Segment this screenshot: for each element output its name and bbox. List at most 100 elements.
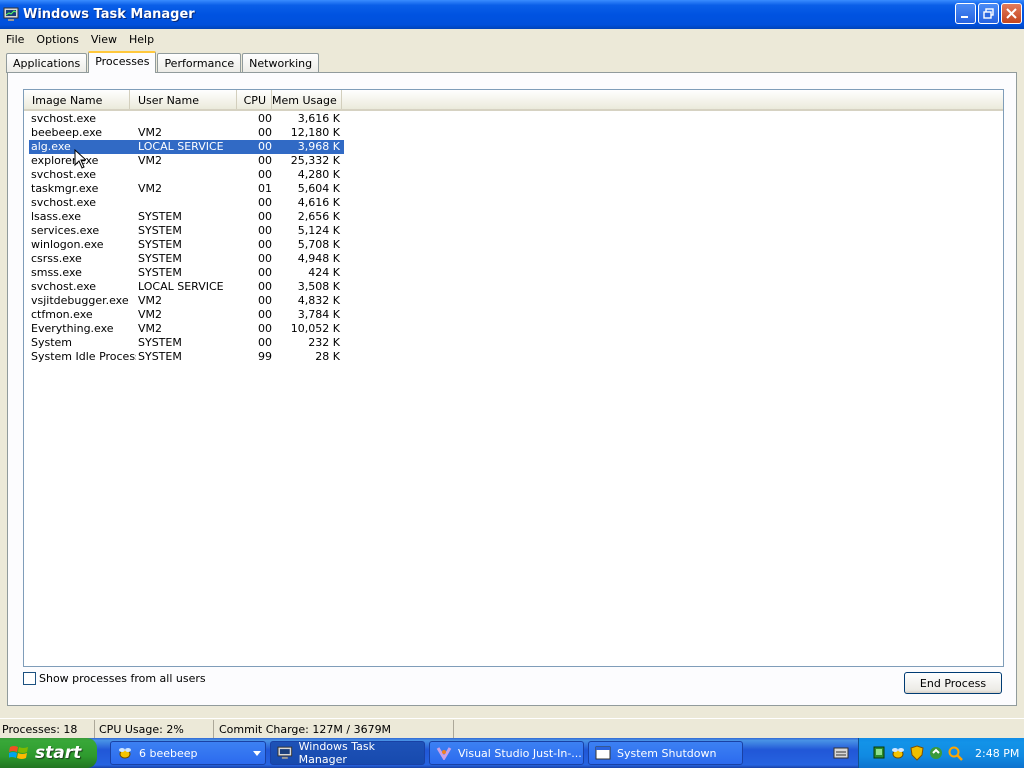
show-all-users-checkbox[interactable] <box>23 672 36 685</box>
tab-processes[interactable]: Processes <box>88 51 157 73</box>
process-list-header: Image Name User Name CPU Mem Usage <box>24 90 1003 111</box>
process-mem-usage: 5,124 K <box>297 224 340 237</box>
task-manager-icon <box>277 746 293 759</box>
keyboard-icon[interactable] <box>833 746 849 760</box>
taskbar-button-task-manager[interactable]: Windows Task Manager <box>270 740 425 766</box>
process-cpu: 00 <box>258 210 272 223</box>
column-image-name[interactable]: Image Name <box>24 90 130 109</box>
process-row[interactable]: winlogon.exe SYSTEM 00 5,708 K <box>29 238 344 252</box>
taskbar-button-label: Visual Studio Just-In-... <box>458 746 582 760</box>
process-image-name: csrss.exe <box>31 252 82 265</box>
taskbar-button-visual-studio[interactable]: Visual Studio Just-In-... <box>429 741 584 765</box>
process-row[interactable]: lsass.exe SYSTEM 00 2,656 K <box>29 210 344 224</box>
process-row[interactable]: Everything.exe VM2 00 10,052 K <box>29 322 344 336</box>
process-user-name: SYSTEM <box>138 210 182 223</box>
tab-strip: Applications Processes Performance Netwo… <box>6 51 320 73</box>
taskbar-button-system-shutdown[interactable]: System Shutdown <box>588 741 743 765</box>
column-mem-usage[interactable]: Mem Usage <box>272 90 342 109</box>
close-icon <box>1006 8 1017 19</box>
process-image-name: services.exe <box>31 224 100 237</box>
process-image-name: ctfmon.exe <box>31 308 93 321</box>
process-mem-usage: 25,332 K <box>290 154 340 167</box>
process-user-name <box>136 112 242 126</box>
taskbar: start 6 beebeep Windows Task Manager Vis… <box>0 738 1024 768</box>
beebeep-tray-icon[interactable] <box>890 745 906 761</box>
process-row[interactable]: services.exe SYSTEM 00 5,124 K <box>29 224 344 238</box>
process-mem-usage: 3,508 K <box>297 280 340 293</box>
process-row[interactable]: csrss.exe SYSTEM 00 4,948 K <box>29 252 344 266</box>
restore-button[interactable] <box>978 3 999 24</box>
process-row[interactable]: svchost.exe LOCAL SERVICE 00 3,508 K <box>29 280 344 294</box>
taskbar-button-label: 6 beebeep <box>139 746 198 760</box>
tab-applications[interactable]: Applications <box>6 53 88 73</box>
process-user-name: VM2 <box>138 182 163 195</box>
process-mem-usage: 4,280 K <box>297 168 340 181</box>
minimize-button[interactable] <box>955 3 976 24</box>
status-processes: Processes: 18 <box>0 719 95 738</box>
title-bar[interactable]: Windows Task Manager <box>0 0 1024 29</box>
system-tray: 2:48 PM <box>858 738 1024 768</box>
tab-performance[interactable]: Performance <box>157 53 242 73</box>
process-cpu: 00 <box>258 112 272 125</box>
process-row[interactable]: System Idle Process SYSTEM 99 28 K <box>29 350 344 364</box>
status-cpu-usage: CPU Usage: 2% <box>95 719 214 738</box>
process-mem-usage: 4,832 K <box>297 294 340 307</box>
process-image-name: System Idle Process <box>31 350 136 363</box>
window-title: Windows Task Manager <box>23 7 195 22</box>
process-row[interactable]: beebeep.exe VM2 00 12,180 K <box>29 126 344 140</box>
process-user-name: SYSTEM <box>138 252 182 265</box>
column-cpu[interactable]: CPU <box>237 90 272 109</box>
process-row[interactable]: vsjitdebugger.exe VM2 00 4,832 K <box>29 294 344 308</box>
process-mem-usage: 12,180 K <box>290 126 340 139</box>
network-icon[interactable] <box>871 745 887 761</box>
tab-networking[interactable]: Networking <box>242 53 320 73</box>
process-row[interactable]: svchost.exe 00 4,616 K <box>29 196 344 210</box>
process-image-name: winlogon.exe <box>31 238 104 251</box>
menu-view[interactable]: View <box>85 33 123 46</box>
process-row[interactable]: System SYSTEM 00 232 K <box>29 336 344 350</box>
clock[interactable]: 2:48 PM <box>975 747 1019 760</box>
process-cpu: 00 <box>258 224 272 237</box>
process-mem-usage: 3,968 K <box>297 140 340 153</box>
mouse-cursor-icon <box>74 149 86 169</box>
end-process-button[interactable]: End Process <box>904 672 1002 694</box>
process-row[interactable]: smss.exe SYSTEM 00 424 K <box>29 266 344 280</box>
process-image-name: System <box>31 336 73 349</box>
process-row[interactable]: svchost.exe 00 4,280 K <box>29 168 344 182</box>
menu-bar: File Options View Help <box>0 29 1024 49</box>
process-image-name: svchost.exe <box>31 280 97 293</box>
process-image-name: svchost.exe <box>31 196 97 209</box>
process-user-name <box>136 196 242 210</box>
process-cpu: 00 <box>258 168 272 181</box>
process-list[interactable]: Image Name User Name CPU Mem Usage svcho… <box>23 89 1004 667</box>
menu-file[interactable]: File <box>0 33 30 46</box>
process-row[interactable]: svchost.exe 00 3,616 K <box>29 112 344 126</box>
process-cpu: 00 <box>258 280 272 293</box>
process-row[interactable]: ctfmon.exe VM2 00 3,784 K <box>29 308 344 322</box>
process-mem-usage: 5,708 K <box>297 238 340 251</box>
process-mem-usage: 10,052 K <box>290 322 340 335</box>
security-shield-icon[interactable] <box>909 745 925 761</box>
menu-help[interactable]: Help <box>123 33 160 46</box>
close-button[interactable] <box>1001 3 1022 24</box>
taskbar-button-beebeep[interactable]: 6 beebeep <box>110 741 266 765</box>
menu-options[interactable]: Options <box>30 33 84 46</box>
process-user-name: VM2 <box>138 126 163 139</box>
process-cpu: 00 <box>258 140 272 153</box>
process-cpu: 99 <box>258 350 272 363</box>
process-mem-usage: 424 K <box>308 266 340 279</box>
beebeep-icon <box>119 748 131 759</box>
processes-panel: Image Name User Name CPU Mem Usage svcho… <box>7 72 1017 706</box>
show-all-users-option[interactable]: Show processes from all users <box>23 672 206 685</box>
column-user-name[interactable]: User Name <box>130 90 237 109</box>
process-cpu: 00 <box>258 238 272 251</box>
chevron-down-icon <box>253 751 261 756</box>
process-user-name: SYSTEM <box>138 238 182 251</box>
process-user-name: SYSTEM <box>138 266 182 279</box>
update-icon[interactable] <box>928 745 944 761</box>
process-cpu: 00 <box>258 196 272 209</box>
start-button[interactable]: start <box>0 738 97 768</box>
process-row[interactable]: taskmgr.exe VM2 01 5,604 K <box>29 182 344 196</box>
process-mem-usage: 4,616 K <box>297 196 340 209</box>
search-icon[interactable] <box>947 745 963 761</box>
